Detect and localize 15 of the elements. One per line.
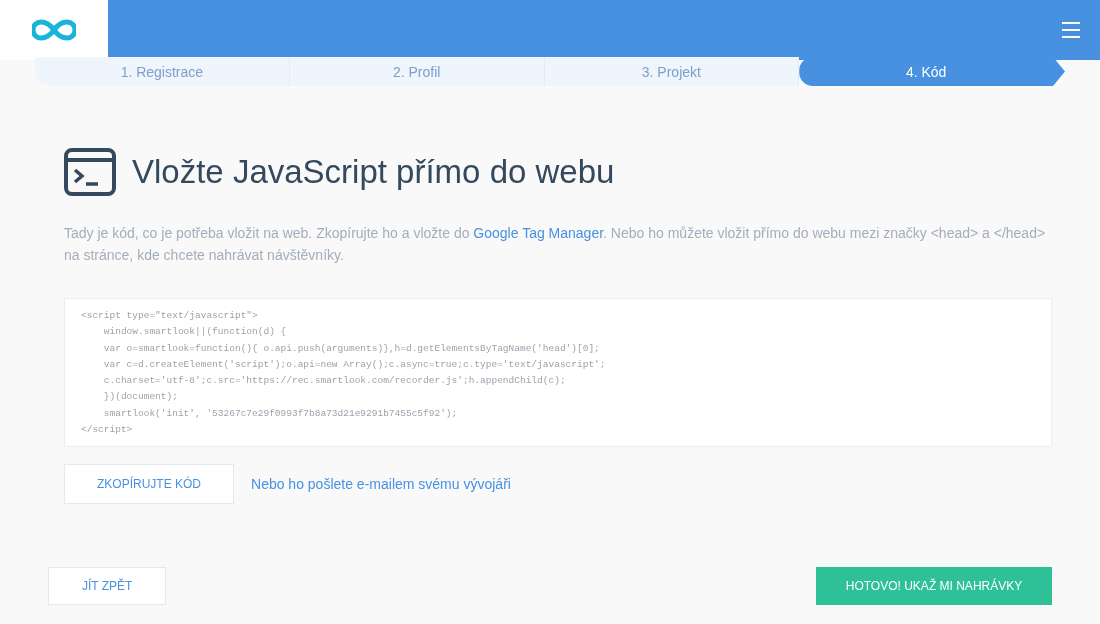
back-button[interactable]: JÍT ZPĚT [48, 567, 167, 606]
copy-code-button[interactable]: ZKOPÍRUJTE KÓD [64, 464, 234, 505]
done-button[interactable]: HOTOVO! UKAŽ MI NAHRÁVKY [816, 567, 1052, 606]
step-tab[interactable]: 4. Kód [799, 57, 1065, 86]
page-heading: Vložte JavaScript přímo do webu [132, 153, 615, 191]
terminal-icon [64, 148, 116, 196]
code-block: <script type="text/javascript"> window.smartlook||(function(d) { var o=smartlook=function(){ o.api.push(arguments)},h=d.getElementsByTagName('head')[0]; var c=d.createElement('script');o.api=new Array();c.async=true;c.type='text/javascript'; c.charset='utf-8';c.src='https://rec.smartlook.com/recorder.js';h.appendChild(c); })(document); smartlook('init', '53267c7e29f0993f7b8a73d21e9291b7455c5f92'); </script> [64, 298, 1052, 448]
step-tab[interactable]: 3. Projekt [544, 57, 800, 86]
description-text: Tady je kód, co je potřeba vložit na web. Zkopírujte ho a vložte do Google Tag Manager. Nebo ho můžete vložit přímo do webu mezi značky <head> a </head> na stránce, kde chcete nahrávat návštěvníky. [64, 224, 1047, 265]
infinity-logo-icon [32, 19, 76, 41]
menu-button[interactable] [1062, 22, 1080, 38]
google-tag-manager-link[interactable]: Google Tag Manager [473, 225, 604, 241]
step-tab[interactable]: 1. Registrace [35, 57, 290, 86]
step-tab[interactable]: 2. Profil [289, 57, 545, 86]
email-link[interactable]: Nebo ho pošlete e-mailem svému vývojáři [251, 476, 511, 493]
